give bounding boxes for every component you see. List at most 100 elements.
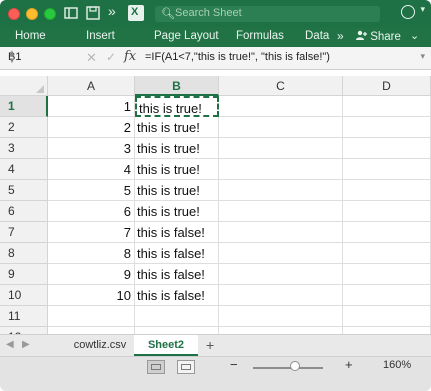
table-row: 7 7 this is false! (0, 222, 431, 243)
insert-function-icon[interactable]: fx (124, 49, 136, 64)
cell-a6[interactable]: 6 (48, 201, 135, 222)
zoom-slider[interactable] (253, 367, 323, 369)
cell-b9[interactable]: this is false! (135, 264, 219, 285)
sheet-tab-sheet2[interactable]: Sheet2 (134, 335, 198, 356)
cell-d7[interactable] (343, 222, 431, 243)
excel-window: » 🔍︎ Search Sheet ▾ Home Insert Page Lay… (0, 0, 431, 391)
confirm-formula-icon[interactable]: ✓ (106, 50, 116, 64)
zoom-percentage[interactable]: 160% (383, 359, 411, 371)
row-header[interactable]: 4 (0, 159, 48, 180)
cell-b8[interactable]: this is false! (135, 243, 219, 264)
cell-c1[interactable] (219, 96, 343, 117)
cell-d6[interactable] (343, 201, 431, 222)
cell-c7[interactable] (219, 222, 343, 243)
cell-a4[interactable]: 4 (48, 159, 135, 180)
cell-d8[interactable] (343, 243, 431, 264)
close-window-button[interactable] (8, 8, 20, 20)
zoom-out-button[interactable]: − (230, 357, 238, 372)
add-sheet-button[interactable]: + (206, 337, 214, 353)
cancel-formula-icon[interactable]: ✕ (86, 50, 97, 66)
row-header[interactable]: 6 (0, 201, 48, 222)
cell-a7[interactable]: 7 (48, 222, 135, 243)
status-bar: − + 160% (0, 356, 431, 391)
cell-b1-active[interactable]: this is true! (135, 96, 219, 117)
cell-c11[interactable] (219, 306, 343, 327)
row-header[interactable]: 8 (0, 243, 48, 264)
cell-c5[interactable] (219, 180, 343, 201)
cell-c4[interactable] (219, 159, 343, 180)
cell-d11[interactable] (343, 306, 431, 327)
sheet-grid[interactable]: A B C D 1 1 this is true! 2 2 this is tr… (0, 70, 431, 335)
zoom-window-button[interactable] (44, 8, 56, 20)
search-sheet-input[interactable]: 🔍︎ Search Sheet (155, 6, 380, 22)
cell-a2[interactable]: 2 (48, 117, 135, 138)
cell-a3[interactable]: 3 (48, 138, 135, 159)
row-header[interactable]: 9 (0, 264, 48, 285)
column-header-c[interactable]: C (219, 76, 343, 96)
cell-c6[interactable] (219, 201, 343, 222)
feedback-smiley-icon[interactable] (401, 5, 415, 19)
previous-sheet-icon[interactable]: ◀ (6, 339, 14, 350)
column-header-b[interactable]: B (135, 76, 219, 96)
cell-b3[interactable]: this is true! (135, 138, 219, 159)
share-button[interactable]: Share (355, 30, 401, 43)
cell-a8[interactable]: 8 (48, 243, 135, 264)
formula-input[interactable]: =IF(A1<7,"this is true!", "this is false… (145, 51, 330, 63)
row-header[interactable]: 5 (0, 180, 48, 201)
cell-c10[interactable] (219, 285, 343, 306)
name-box-stepper-icon[interactable]: ▲ ▼ (8, 49, 70, 65)
minimize-window-button[interactable] (26, 8, 38, 20)
cell-b5[interactable]: this is true! (135, 180, 219, 201)
tab-page-layout[interactable]: Page Layout (154, 30, 219, 42)
sidebar-toggle-icon[interactable] (64, 6, 78, 20)
column-header-d[interactable]: D (343, 76, 431, 96)
row-header[interactable]: 10 (0, 285, 48, 306)
cell-d3[interactable] (343, 138, 431, 159)
expand-formula-bar-icon[interactable]: ▾ (420, 51, 425, 62)
cell-a5[interactable]: 5 (48, 180, 135, 201)
sheet-tab-cowtliz[interactable]: cowtliz.csv (66, 335, 135, 356)
row-header[interactable]: 7 (0, 222, 48, 243)
zoom-in-button[interactable]: + (345, 357, 353, 372)
row-header[interactable]: 3 (0, 138, 48, 159)
cell-d2[interactable] (343, 117, 431, 138)
tab-home[interactable]: Home (15, 30, 46, 42)
cell-a9[interactable]: 9 (48, 264, 135, 285)
cell-c2[interactable] (219, 117, 343, 138)
cell-b6[interactable]: this is true! (135, 201, 219, 222)
cell-c9[interactable] (219, 264, 343, 285)
collapse-ribbon-icon[interactable]: ⌄ (410, 29, 419, 42)
normal-view-icon[interactable] (147, 360, 165, 374)
cell-d9[interactable] (343, 264, 431, 285)
cell-c3[interactable] (219, 138, 343, 159)
cell-a1[interactable]: 1 (48, 96, 135, 117)
row-header[interactable]: 1 (0, 96, 48, 117)
column-header-a[interactable]: A (48, 76, 135, 96)
more-tabs-button[interactable]: » (337, 29, 344, 43)
cell-b11[interactable] (135, 306, 219, 327)
cell-b4[interactable]: this is true! (135, 159, 219, 180)
tab-data[interactable]: Data (305, 30, 329, 42)
zoom-slider-knob[interactable] (290, 361, 300, 371)
next-sheet-icon[interactable]: ▶ (22, 339, 30, 350)
cell-d5[interactable] (343, 180, 431, 201)
cell-a11[interactable] (48, 306, 135, 327)
name-box[interactable]: B1 ▲ ▼ (4, 49, 72, 65)
cell-d4[interactable] (343, 159, 431, 180)
save-icon[interactable] (86, 6, 100, 20)
cell-c8[interactable] (219, 243, 343, 264)
cell-b7[interactable]: this is false! (135, 222, 219, 243)
row-header[interactable]: 2 (0, 117, 48, 138)
page-layout-view-icon[interactable] (177, 360, 195, 374)
cell-b10[interactable]: this is false! (135, 285, 219, 306)
tab-insert[interactable]: Insert (86, 30, 115, 42)
tab-formulas[interactable]: Formulas (236, 30, 284, 42)
chevron-down-icon[interactable]: ▾ (420, 4, 425, 15)
cell-a10[interactable]: 10 (48, 285, 135, 306)
cell-b2[interactable]: this is true! (135, 117, 219, 138)
row-header[interactable]: 11 (0, 306, 48, 327)
cell-d1[interactable] (343, 96, 431, 117)
cell-d10[interactable] (343, 285, 431, 306)
more-toolbar-icon[interactable]: » (108, 3, 116, 19)
table-row: 3 3 this is true! (0, 138, 431, 159)
